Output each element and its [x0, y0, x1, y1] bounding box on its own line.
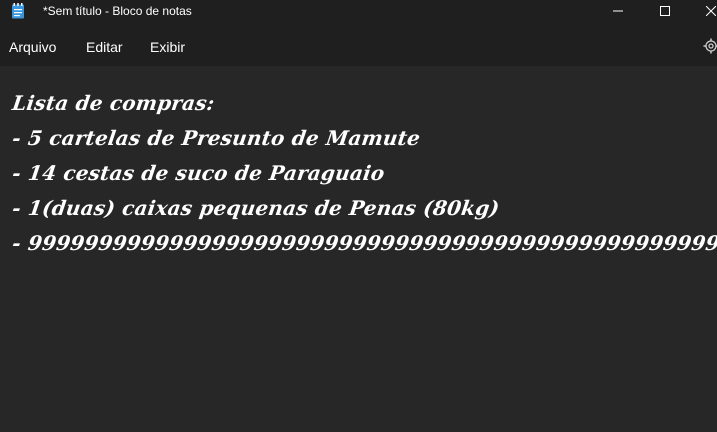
window-title: *Sem título - Bloco de notas — [43, 4, 192, 18]
minimize-icon — [613, 6, 623, 16]
title-bar: *Sem título - Bloco de notas — [0, 0, 717, 22]
editor-line: - 1(duas) caixas pequenas de Penas (80kg… — [10, 196, 501, 220]
gear-icon[interactable] — [703, 38, 717, 54]
menu-exibir[interactable]: Exibir — [150, 39, 185, 55]
menu-arquivo[interactable]: Arquivo — [9, 39, 56, 55]
maximize-button[interactable] — [642, 0, 688, 22]
maximize-icon — [660, 6, 670, 16]
editor-line: - 5 cartelas de Presunto de Mamute — [10, 126, 422, 150]
editor-line: Lista de compras: — [10, 91, 217, 115]
menu-bar: Arquivo Editar Exibir — [0, 22, 717, 66]
editor-content: Lista de compras: - 5 cartelas de Presun… — [10, 86, 717, 261]
editor-line: - 99999999999999999999999999999999999999… — [10, 231, 717, 255]
close-icon — [706, 6, 716, 16]
editor-line: - 14 cestas de suco de Paraguaio — [10, 161, 387, 185]
menu-editar[interactable]: Editar — [86, 39, 123, 55]
close-button[interactable] — [688, 0, 717, 22]
minimize-button[interactable] — [595, 0, 641, 22]
text-editor[interactable]: Lista de compras: - 5 cartelas de Presun… — [0, 66, 717, 432]
notepad-icon — [11, 3, 25, 19]
